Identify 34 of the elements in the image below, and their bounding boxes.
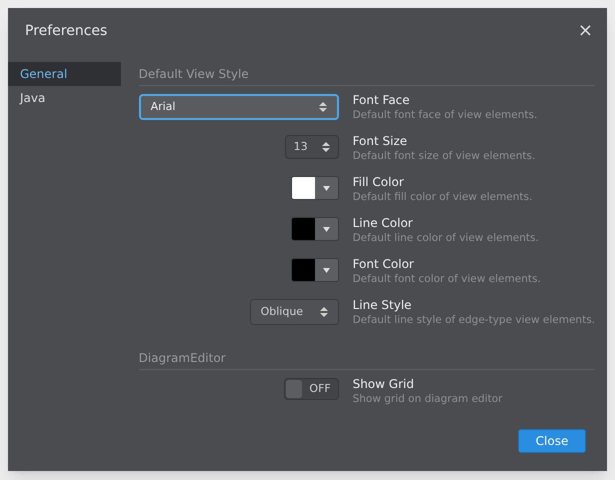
color-picker[interactable] (290, 217, 339, 241)
up-down-arrows-icon (322, 141, 330, 153)
setting-description: Default font size of view elements. (352, 149, 536, 163)
close-button[interactable]: × (578, 22, 593, 40)
dropdown-select[interactable]: Arial (138, 94, 339, 120)
number-spinner[interactable]: 13 (284, 135, 339, 159)
toggle-switch[interactable]: OFF (284, 378, 339, 400)
caret-icon (322, 186, 330, 190)
setting-label: Font Face (352, 92, 411, 108)
setting-description: Default font color of view elements. (352, 272, 541, 286)
setting-label: Font Size (352, 133, 408, 149)
setting-label: Line Style (352, 297, 413, 313)
setting-description: Show grid on diagram editor (352, 392, 502, 406)
setting-description: Default line style of edge-type view elements. (352, 313, 595, 327)
dropdown-select[interactable]: Oblique (250, 299, 339, 325)
color-picker[interactable] (290, 258, 339, 282)
setting-label: Fill Color (352, 174, 405, 190)
section-header: DiagramEditor (138, 346, 595, 370)
window-title: Preferences (25, 22, 108, 40)
caret-icon (322, 226, 330, 232)
setting-label: Line Color (352, 215, 414, 231)
sidebar-item[interactable]: General (8, 62, 121, 86)
up-down-arrows-icon (318, 101, 327, 113)
close-dialog-button[interactable]: Close (518, 429, 586, 453)
section-header: Default View Style (138, 62, 595, 86)
setting-label: Font Color (352, 256, 415, 272)
sidebar-item[interactable]: Java (8, 86, 121, 110)
caret-icon (322, 268, 330, 272)
up-down-arrows-icon (320, 306, 328, 318)
setting-description: Default line color of view elements. (352, 231, 539, 245)
setting-description: Default font face of view elements. (352, 108, 538, 122)
setting-description: Default fill color of view elements. (352, 190, 532, 204)
setting-label: Show Grid (352, 376, 415, 392)
color-picker[interactable] (290, 176, 339, 200)
